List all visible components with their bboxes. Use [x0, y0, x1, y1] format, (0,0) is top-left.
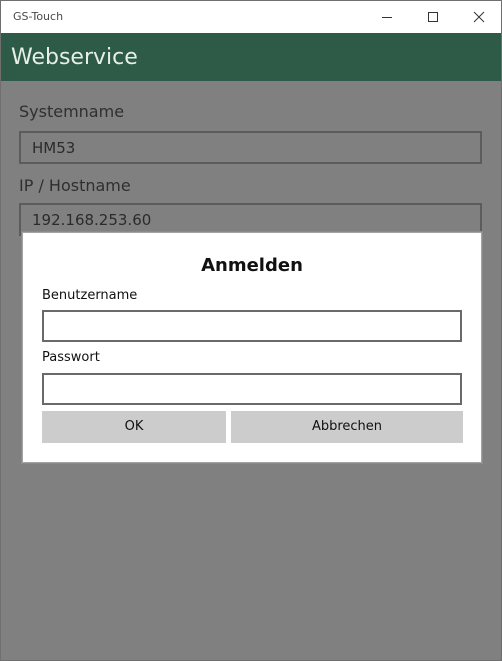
password-label: Passwort — [42, 350, 100, 365]
systemname-label: Systemname — [19, 102, 125, 121]
login-dialog: Anmelden Benutzername Passwort OK Abbrec… — [22, 232, 482, 463]
app-header: Webservice — [1, 33, 501, 81]
username-input[interactable] — [42, 310, 462, 342]
systemname-field[interactable]: HM53 — [19, 131, 482, 164]
minimize-icon — [382, 17, 392, 18]
host-label: IP / Hostname — [19, 176, 131, 195]
password-input[interactable] — [42, 373, 462, 405]
ok-button[interactable]: OK — [42, 411, 226, 443]
systemname-value: HM53 — [32, 139, 76, 157]
maximize-button[interactable] — [410, 1, 456, 33]
page-title: Webservice — [11, 45, 138, 70]
app-window: GS-Touch Webservice Systemname HM53 IP /… — [0, 0, 502, 661]
app-title: GS-Touch — [13, 10, 64, 23]
dialog-title: Anmelden — [201, 255, 303, 276]
maximize-icon — [428, 12, 438, 22]
title-bar: GS-Touch — [1, 1, 501, 33]
username-label: Benutzername — [42, 288, 138, 303]
cancel-button[interactable]: Abbrechen — [231, 411, 463, 443]
close-icon — [473, 11, 485, 23]
minimize-button[interactable] — [364, 1, 410, 33]
close-button[interactable] — [456, 1, 502, 33]
host-value: 192.168.253.60 — [32, 211, 152, 229]
